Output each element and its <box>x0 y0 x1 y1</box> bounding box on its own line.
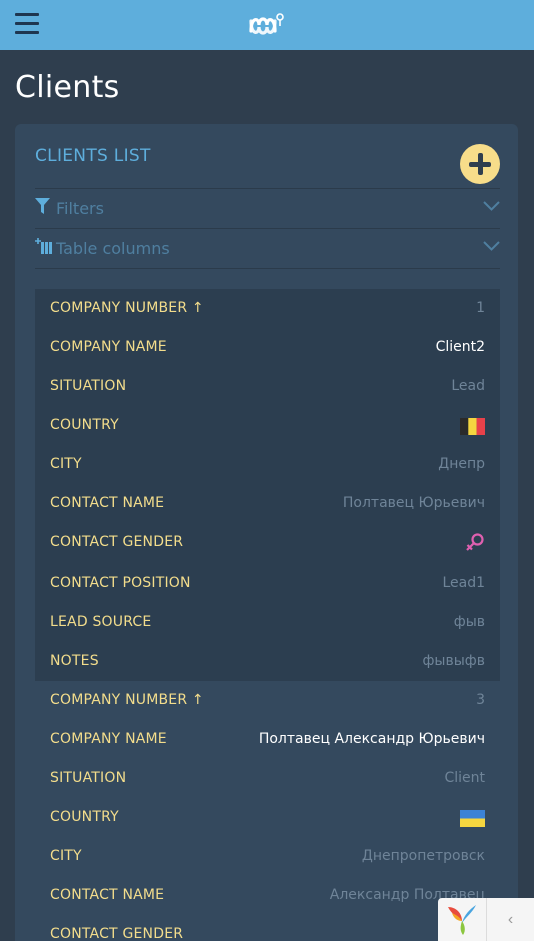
clients-list-panel: CLIENTS LIST Filters Table columns COMPA… <box>15 124 518 941</box>
situation-label: SITUATION <box>50 770 127 786</box>
record-1-company-number-row: COMPANY NUMBER ↑ 1 <box>35 289 500 328</box>
contact-name-value: Полтавец Юрьевич <box>342 495 485 511</box>
company-number-label[interactable]: COMPANY NUMBER ↑ <box>50 300 204 316</box>
country-label: COUNTRY <box>50 417 119 433</box>
contact-position-label: CONTACT POSITION <box>50 575 191 591</box>
add-client-button[interactable] <box>460 144 500 184</box>
record-1-notes-row: NOTES фывыфв <box>35 642 500 681</box>
menu-icon[interactable] <box>15 13 39 35</box>
record-2-country-row: COUNTRY <box>35 798 500 837</box>
company-name-label: COMPANY NAME <box>50 731 167 747</box>
filters-label: Filters <box>56 199 104 218</box>
notes-value: фывыфв <box>422 653 485 669</box>
table-columns-label: Table columns <box>56 239 170 258</box>
lead-source-value: фыв <box>453 614 485 630</box>
yii-logo-icon[interactable] <box>446 903 478 936</box>
contact-gender-label: CONTACT GENDER <box>50 534 184 550</box>
record-1-contact-position-row: CONTACT POSITION Lead1 <box>35 564 500 603</box>
situation-label: SITUATION <box>50 378 127 394</box>
notes-label: NOTES <box>50 653 99 669</box>
city-label: CITY <box>50 848 82 864</box>
situation-value: Lead <box>451 378 485 394</box>
top-navbar <box>0 0 534 50</box>
table-columns-icon <box>35 238 52 254</box>
lead-source-label: LEAD SOURCE <box>50 614 152 630</box>
company-number-value: 3 <box>476 692 485 708</box>
record-2-city-row: CITY Днепропетровск <box>35 837 500 876</box>
contact-name-label: CONTACT NAME <box>50 887 165 903</box>
record-1-company-name-row: COMPANY NAME Client2 <box>35 328 500 367</box>
record-2-contact-gender-row: CONTACT GENDER <box>35 915 500 941</box>
company-name-label: COMPANY NAME <box>50 339 167 355</box>
record-1-country-row: COUNTRY <box>35 406 500 445</box>
record-2-company-name-row: COMPANY NAME Полтавец Александр Юрьевич <box>35 720 500 759</box>
record-2-contact-name-row: CONTACT NAME Александр Полтавец <box>35 876 500 915</box>
city-value: Днепропетровск <box>361 848 485 864</box>
divider <box>35 268 500 269</box>
debug-toolbar: ‹ <box>438 898 534 941</box>
record-2-company-number-row: COMPANY NUMBER ↑ 3 <box>35 681 500 720</box>
contact-name-label: CONTACT NAME <box>50 495 165 511</box>
record-1-lead-source-row: LEAD SOURCE фыв <box>35 603 500 642</box>
panel-title: CLIENTS LIST <box>35 146 151 166</box>
record-2-situation-row: SITUATION Client <box>35 759 500 798</box>
ukraine-flag-icon <box>460 810 485 827</box>
chevron-down-icon <box>483 201 500 211</box>
company-number-label[interactable]: COMPANY NUMBER ↑ <box>50 692 204 708</box>
company-name-link[interactable]: Client2 <box>436 339 485 355</box>
belgium-flag-icon <box>460 418 485 435</box>
contact-position-value: Lead1 <box>442 575 485 591</box>
city-value: Днепр <box>438 456 485 472</box>
situation-value: Client <box>444 770 485 786</box>
country-label: COUNTRY <box>50 809 119 825</box>
record-1-contact-gender-row: CONTACT GENDER <box>35 523 500 564</box>
filter-icon <box>35 198 50 214</box>
page-title: Clients <box>15 70 120 105</box>
brand-logo-icon[interactable] <box>248 11 286 37</box>
filters-toggle[interactable]: Filters <box>35 189 500 227</box>
record-1-city-row: CITY Днепр <box>35 445 500 484</box>
company-name-link[interactable]: Полтавец Александр Юрьевич <box>259 731 485 747</box>
chevron-down-icon <box>483 241 500 251</box>
contact-gender-label: CONTACT GENDER <box>50 926 184 941</box>
table-columns-toggle[interactable]: Table columns <box>35 229 500 267</box>
female-icon <box>466 533 484 551</box>
record-1-situation-row: SITUATION Lead <box>35 367 500 406</box>
company-number-value: 1 <box>476 300 485 316</box>
record-1-contact-name-row: CONTACT NAME Полтавец Юрьевич <box>35 484 500 523</box>
city-label: CITY <box>50 456 82 472</box>
toolbar-toggle-button[interactable]: ‹ <box>487 898 534 941</box>
